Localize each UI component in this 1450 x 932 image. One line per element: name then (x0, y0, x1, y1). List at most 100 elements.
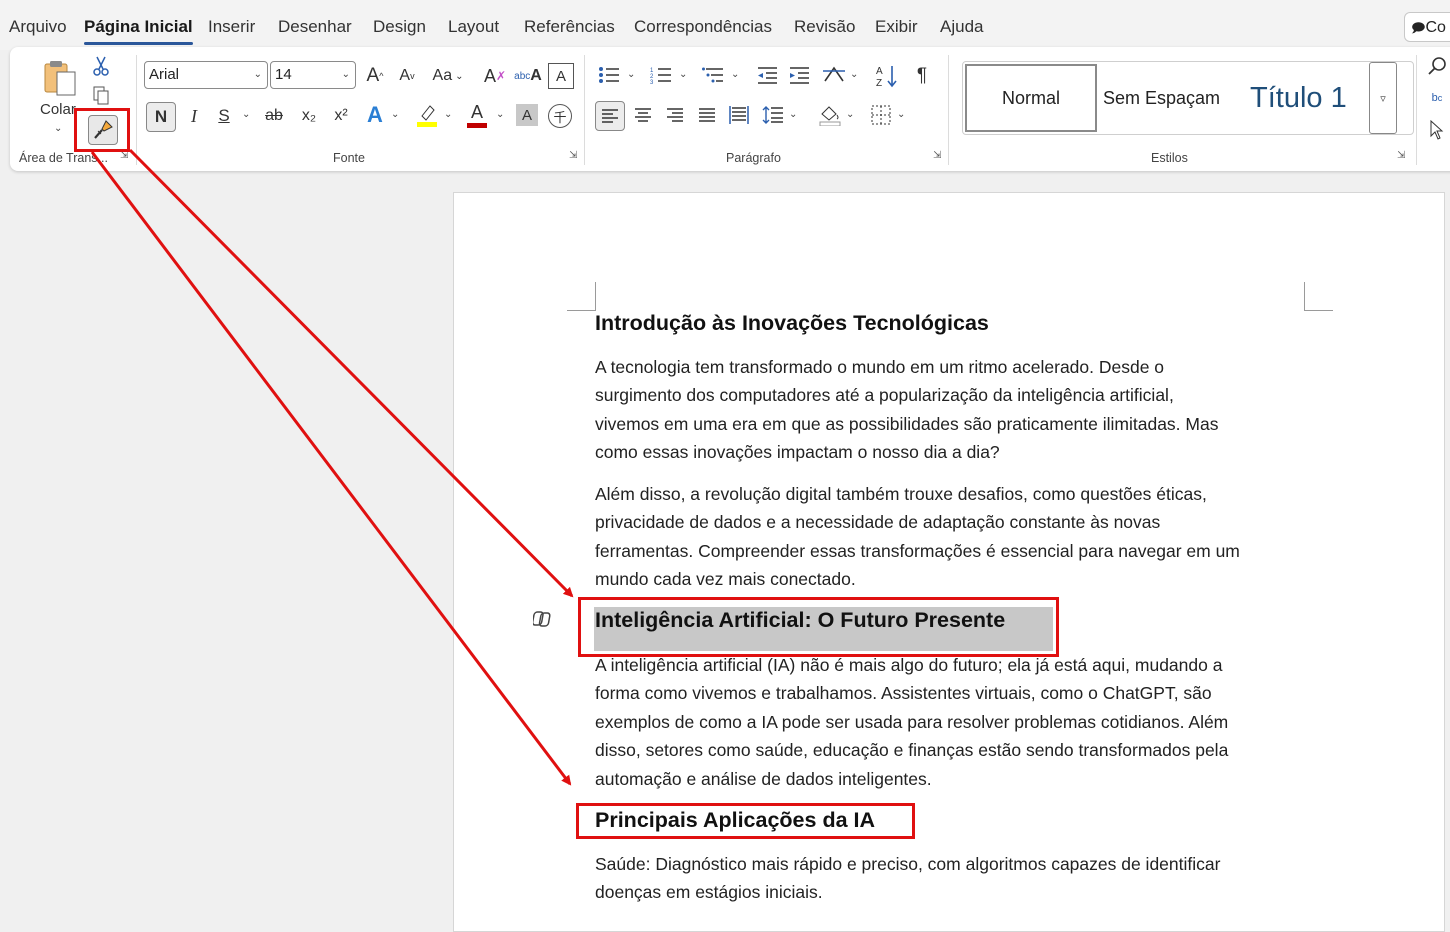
format-painter-icon[interactable] (88, 115, 118, 145)
styles-launcher-icon[interactable]: ⇲ (1397, 151, 1407, 161)
tab-revisao[interactable]: Revisão (794, 17, 855, 37)
underline-button[interactable]: S (212, 103, 236, 129)
font-color-icon[interactable]: A (464, 101, 490, 129)
clipboard-launcher-icon[interactable]: ⇲ (120, 151, 130, 161)
tab-layout[interactable]: Layout (448, 17, 499, 37)
underline-dropdown-chevron-icon[interactable]: ⌄ (242, 109, 250, 120)
group-divider (948, 55, 949, 165)
text-effects-chevron-icon[interactable]: ⌄ (391, 109, 399, 120)
asian-layout-chevron-icon[interactable]: ⌄ (850, 69, 858, 80)
phonetic-guide-icon[interactable]: abc A (514, 63, 542, 89)
comments-button[interactable]: 🗩Co (1404, 12, 1450, 42)
line-spacing-icon[interactable] (760, 101, 786, 129)
style-title-1[interactable]: Título 1 (1250, 64, 1362, 132)
tab-referencias[interactable]: Referências (524, 17, 615, 37)
paragraph-2[interactable]: Além disso, a revolução digital também t… (595, 480, 1315, 594)
numbering-icon[interactable]: 123 (648, 63, 674, 87)
style-no-spacing[interactable]: Sem Espaçam (1103, 64, 1225, 132)
sort-icon[interactable]: AZ (874, 63, 900, 89)
paste-label[interactable]: Colar (40, 101, 76, 118)
tab-arquivo[interactable]: Arquivo (9, 17, 67, 37)
copy-icon[interactable] (90, 85, 112, 107)
cut-icon[interactable] (90, 55, 112, 77)
paragraph-4[interactable]: Saúde: Diagnóstico mais rápido e preciso… (595, 850, 1315, 907)
highlight-chevron-icon[interactable]: ⌄ (444, 109, 452, 120)
clear-formatting-icon[interactable]: A ✗ (482, 63, 508, 89)
align-right-icon[interactable] (662, 101, 688, 129)
subscript-button[interactable]: x₂ (296, 103, 322, 129)
asian-layout-icon[interactable] (820, 63, 848, 87)
font-name-value: Arial (149, 66, 180, 83)
font-color-chevron-icon[interactable]: ⌄ (496, 109, 504, 120)
tab-desenhar[interactable]: Desenhar (278, 17, 352, 37)
enclose-characters-icon[interactable]: 千 (548, 104, 572, 128)
style-normal[interactable]: Normal (965, 64, 1097, 132)
copilot-icon[interactable] (532, 608, 554, 630)
text-line: exemplos de como a IA pode ser usada par… (595, 711, 1229, 732)
paste-icon[interactable] (40, 57, 80, 99)
tab-exibir[interactable]: Exibir (875, 17, 918, 37)
change-case-icon[interactable]: Aa ⌄ (428, 63, 468, 89)
highlight-color-icon[interactable] (414, 101, 440, 129)
comments-label: Co (1425, 19, 1446, 36)
find-icon[interactable] (1426, 55, 1448, 77)
borders-chevron-icon[interactable]: ⌄ (897, 109, 905, 120)
bullets-chevron-icon[interactable]: ⌄ (627, 69, 635, 80)
group-divider (136, 55, 137, 165)
bullets-icon[interactable] (596, 63, 622, 87)
tab-correspondencias[interactable]: Correspondências (634, 17, 772, 37)
text-line: como essas inovações impactam o nosso di… (595, 442, 1000, 463)
tab-inserir[interactable]: Inserir (208, 17, 255, 37)
paragraph-3[interactable]: A inteligência artificial (IA) não é mai… (595, 651, 1315, 793)
font-group-label: Fonte (333, 151, 365, 165)
heading-inteligencia-artificial[interactable]: Inteligência Artificial: O Futuro Presen… (595, 608, 1005, 633)
paragraph-launcher-icon[interactable]: ⇲ (933, 151, 943, 161)
select-icon[interactable] (1426, 119, 1448, 141)
font-launcher-icon[interactable]: ⇲ (569, 151, 579, 161)
align-center-icon[interactable] (630, 101, 656, 129)
paragraph-1[interactable]: A tecnologia tem transformado o mundo em… (595, 353, 1315, 467)
text-line: ferramentas. Compreender essas transform… (595, 540, 1240, 561)
tab-ajuda[interactable]: Ajuda (940, 17, 983, 37)
multilevel-list-icon[interactable] (700, 63, 726, 87)
character-shading-icon[interactable]: A (516, 104, 538, 126)
show-formatting-marks-icon[interactable]: ¶ (910, 63, 934, 89)
align-left-icon[interactable] (595, 101, 625, 131)
shading-icon[interactable] (816, 101, 844, 129)
shrink-font-icon[interactable]: Av (394, 63, 420, 89)
text-line: A tecnologia tem transformado o mundo em… (595, 357, 1165, 377)
font-name-select[interactable]: Arial ⌄ (144, 61, 268, 89)
heading-principais-aplicacoes[interactable]: Principais Aplicações da IA (595, 808, 875, 833)
text-line: privacidade de dados e a necessidade de … (595, 512, 1161, 533)
strikethrough-button[interactable]: ab (260, 103, 288, 129)
line-spacing-chevron-icon[interactable]: ⌄ (789, 109, 797, 120)
bold-button[interactable]: N (146, 102, 176, 132)
decrease-indent-icon[interactable] (754, 63, 780, 87)
justify-icon[interactable] (694, 101, 720, 129)
tab-pagina-inicial[interactable]: Página Inicial (84, 17, 193, 45)
font-size-value: 14 (275, 66, 292, 83)
distributed-icon[interactable] (726, 101, 752, 129)
superscript-button[interactable]: x² (328, 103, 354, 129)
styles-gallery: Normal Sem Espaçam Título 1 ▿ (962, 61, 1414, 135)
increase-indent-icon[interactable] (786, 63, 812, 87)
multilevel-chevron-icon[interactable]: ⌄ (731, 69, 739, 80)
comment-icon: 🗩 (1411, 20, 1426, 35)
clipboard-group-label: Área de Trans... (19, 151, 108, 165)
borders-icon[interactable] (868, 101, 894, 129)
italic-button[interactable]: I (182, 103, 206, 129)
replace-icon[interactable]: bc (1426, 87, 1448, 109)
text-effects-icon[interactable]: A (362, 101, 388, 129)
shading-chevron-icon[interactable]: ⌄ (846, 109, 854, 120)
font-size-select[interactable]: 14 ⌄ (270, 61, 356, 89)
heading-introducao[interactable]: Introdução às Inovações Tecnológicas (595, 311, 989, 336)
text-line: Saúde: Diagnóstico mais rápido e preciso… (595, 854, 1221, 874)
chevron-down-icon: ⌄ (341, 69, 350, 80)
styles-more-chevron-icon[interactable]: ▿ (1369, 62, 1397, 134)
tab-design[interactable]: Design (373, 17, 426, 37)
paste-dropdown-chevron-icon[interactable]: ⌄ (54, 123, 62, 134)
numbering-chevron-icon[interactable]: ⌄ (679, 69, 687, 80)
paragraph-group-label: Parágrafo (726, 151, 781, 165)
grow-font-icon[interactable]: A ^ (362, 63, 388, 89)
enclose-character-icon[interactable]: A (548, 63, 574, 89)
